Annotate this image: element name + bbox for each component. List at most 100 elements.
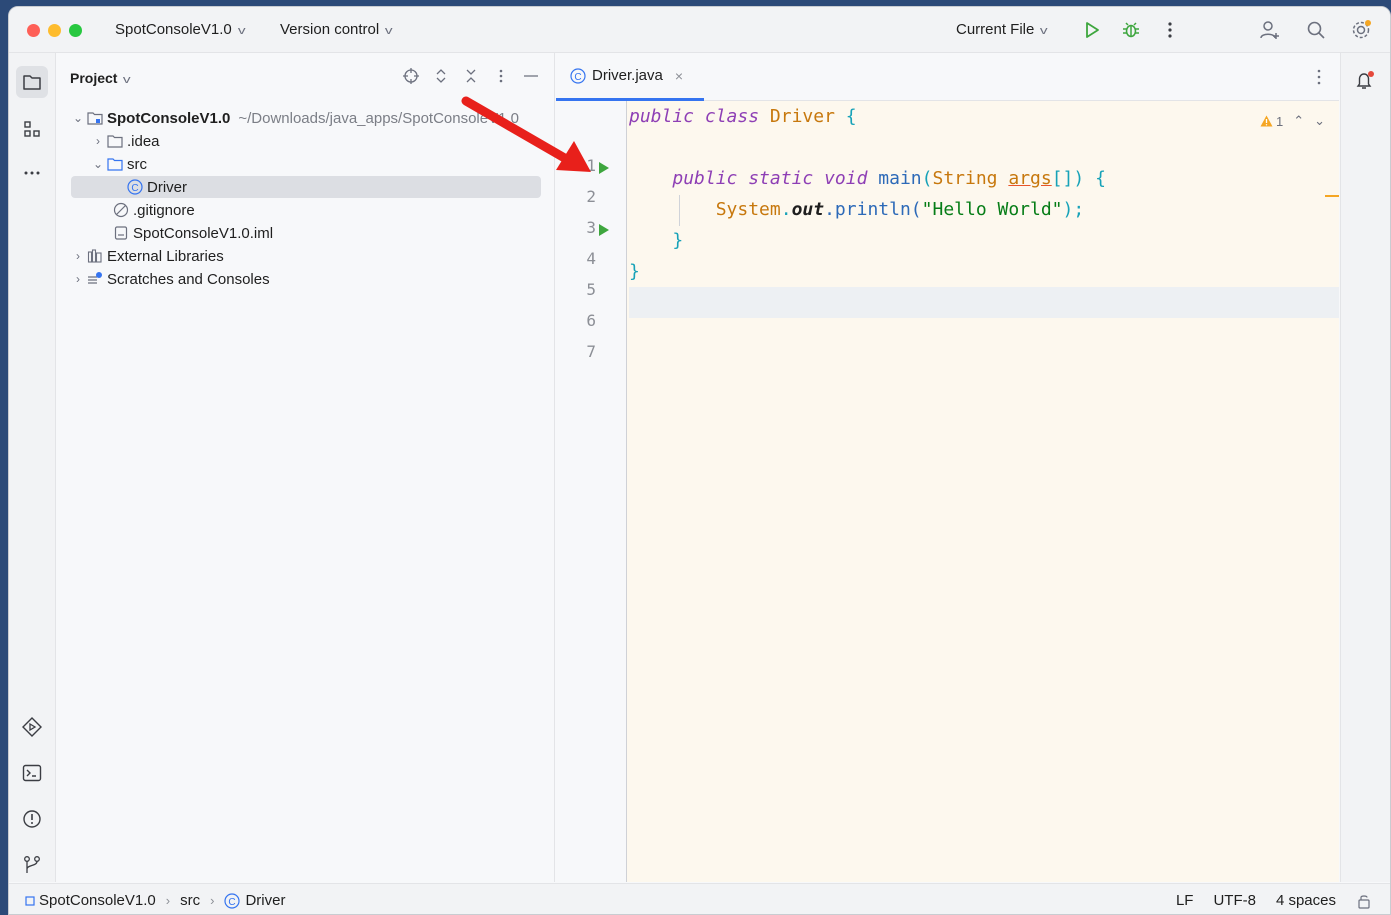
tree-item-label: Driver xyxy=(147,178,187,196)
breadcrumb: SpotConsoleV1.0 › src › C Driver xyxy=(25,892,285,909)
chevron-down-icon: v xyxy=(123,74,132,86)
tree-item-project-root[interactable]: ⌄ SpotConsoleV1.0 ~/Downloads/java_apps/… xyxy=(57,107,554,129)
tree-item-external-libraries[interactable]: › External Libraries xyxy=(57,245,554,267)
folder-icon xyxy=(107,133,123,149)
run-main-gutter-icon[interactable] xyxy=(599,224,609,236)
tree-item-iml[interactable]: SpotConsoleV1.0.iml xyxy=(57,222,554,244)
code-token: Driver xyxy=(769,106,835,127)
project-panel: Project v ⌄ SpotConsoleV1.0 ~/Downloads/j… xyxy=(57,53,555,882)
breadcrumb-item[interactable]: SpotConsoleV1.0 xyxy=(25,892,156,909)
chevron-down-icon[interactable]: ⌄ xyxy=(71,111,85,125)
collapse-all-icon[interactable] xyxy=(462,67,480,85)
gear-icon xyxy=(1352,20,1371,39)
problems-icon xyxy=(23,810,41,828)
chevron-right-icon[interactable]: › xyxy=(71,272,85,286)
ignored-file-icon xyxy=(113,202,129,218)
bug-icon xyxy=(1123,22,1139,38)
chevron-up-icon[interactable]: ⌃ xyxy=(1293,113,1304,129)
chevron-right-icon[interactable]: › xyxy=(91,134,105,148)
notifications-button[interactable] xyxy=(1353,69,1377,98)
indent-widget[interactable]: 4 spaces xyxy=(1276,892,1336,909)
code-line: public class Driver { xyxy=(629,101,1339,132)
breadcrumb-item[interactable]: src xyxy=(180,892,200,909)
debug-button[interactable] xyxy=(1120,19,1142,41)
tree-item-driver[interactable]: C Driver xyxy=(71,176,541,198)
tree-item-src[interactable]: ⌄ src xyxy=(57,153,554,175)
terminal-tool-button[interactable] xyxy=(16,757,48,789)
more-actions-button[interactable] xyxy=(1159,19,1181,41)
line-number: 4 xyxy=(586,249,596,268)
code-with-me-button[interactable] xyxy=(1259,19,1281,41)
tab-driver-java[interactable]: C Driver.java × xyxy=(556,53,704,101)
chevron-right-icon: › xyxy=(210,893,215,908)
run-class-gutter-icon[interactable] xyxy=(599,162,609,174)
structure-tool-button[interactable] xyxy=(16,113,48,145)
tree-item-label: .idea xyxy=(127,132,160,150)
code-token: main xyxy=(878,168,922,189)
chevron-down-icon: v xyxy=(1040,25,1048,37)
git-tool-button[interactable] xyxy=(16,849,48,881)
warning-count: 1 xyxy=(1275,113,1284,129)
line-number: 2 xyxy=(586,187,596,206)
code-token: String xyxy=(932,168,998,189)
right-tool-stripe xyxy=(1340,53,1390,882)
run-config-selector[interactable]: Current File v xyxy=(956,21,1048,38)
more-tools-button[interactable] xyxy=(16,157,48,189)
code-editor[interactable]: public class Driver { public static void… xyxy=(629,101,1339,882)
module-file-icon xyxy=(113,225,129,241)
minimize-window-button[interactable] xyxy=(48,24,61,37)
run-config-label: Current File xyxy=(956,21,1035,38)
project-switcher[interactable]: SpotConsoleV1.0 v xyxy=(115,21,245,38)
code-token: System xyxy=(715,199,781,220)
module-icon xyxy=(25,895,35,906)
close-tab-icon[interactable]: × xyxy=(675,68,683,84)
tree-item-idea[interactable]: › .idea xyxy=(57,130,554,152)
services-tool-button[interactable] xyxy=(16,711,48,743)
encoding-widget[interactable]: UTF-8 xyxy=(1213,892,1256,909)
lock-icon[interactable] xyxy=(1356,893,1372,909)
tree-item-scratches[interactable]: › Scratches and Consoles xyxy=(57,268,554,290)
code-token: public static void xyxy=(672,168,868,189)
more-vertical-icon xyxy=(1317,69,1321,85)
tree-item-label: Scratches and Consoles xyxy=(107,270,270,288)
services-icon xyxy=(22,717,42,737)
locate-icon[interactable] xyxy=(402,67,420,85)
java-class-icon: C xyxy=(224,892,241,909)
line-number: 3 xyxy=(586,218,596,237)
line-separator-widget[interactable]: LF xyxy=(1176,892,1194,909)
chevron-down-icon[interactable]: ⌄ xyxy=(91,157,105,171)
zoom-window-button[interactable] xyxy=(69,24,82,37)
search-everywhere-button[interactable] xyxy=(1305,19,1327,41)
close-window-button[interactable] xyxy=(27,24,40,37)
status-widgets: LF UTF-8 4 spaces xyxy=(1176,892,1372,909)
settings-button[interactable] xyxy=(1350,19,1372,41)
code-line: public static void main(String args[]) { xyxy=(629,163,1339,194)
inspection-widget[interactable]: 1 ⌃ ⌄ xyxy=(1260,113,1325,129)
chevron-down-icon[interactable]: ⌄ xyxy=(1314,113,1325,129)
code-token: } xyxy=(672,230,684,251)
title-bar: SpotConsoleV1.0 v Version control v Curren… xyxy=(9,7,1390,53)
problems-tool-button[interactable] xyxy=(16,803,48,835)
code-token: ); xyxy=(1062,199,1085,220)
library-icon xyxy=(87,248,103,264)
code-token: . xyxy=(780,199,792,220)
project-tool-button[interactable] xyxy=(16,66,48,98)
project-panel-title[interactable]: Project v xyxy=(70,70,132,86)
tree-item-gitignore[interactable]: .gitignore xyxy=(57,199,554,221)
terminal-icon xyxy=(22,764,42,782)
tab-options-button[interactable] xyxy=(1317,69,1321,90)
svg-text:C: C xyxy=(574,72,581,83)
chevron-right-icon[interactable]: › xyxy=(71,249,85,263)
breadcrumb-item[interactable]: C Driver xyxy=(224,892,285,909)
ide-window: SpotConsoleV1.0 v Version control v Curren… xyxy=(8,6,1391,915)
chevron-right-icon: › xyxy=(165,893,171,908)
warning-stripe-marker[interactable] xyxy=(1325,195,1339,197)
options-icon[interactable] xyxy=(492,67,510,85)
expand-all-icon[interactable] xyxy=(432,67,450,85)
line-number: 5 xyxy=(586,280,596,299)
code-token: out xyxy=(791,199,825,220)
vcs-menu[interactable]: Version control v xyxy=(280,21,393,38)
run-button[interactable] xyxy=(1081,19,1103,41)
folder-icon xyxy=(23,75,41,90)
hide-panel-icon[interactable] xyxy=(522,67,540,85)
